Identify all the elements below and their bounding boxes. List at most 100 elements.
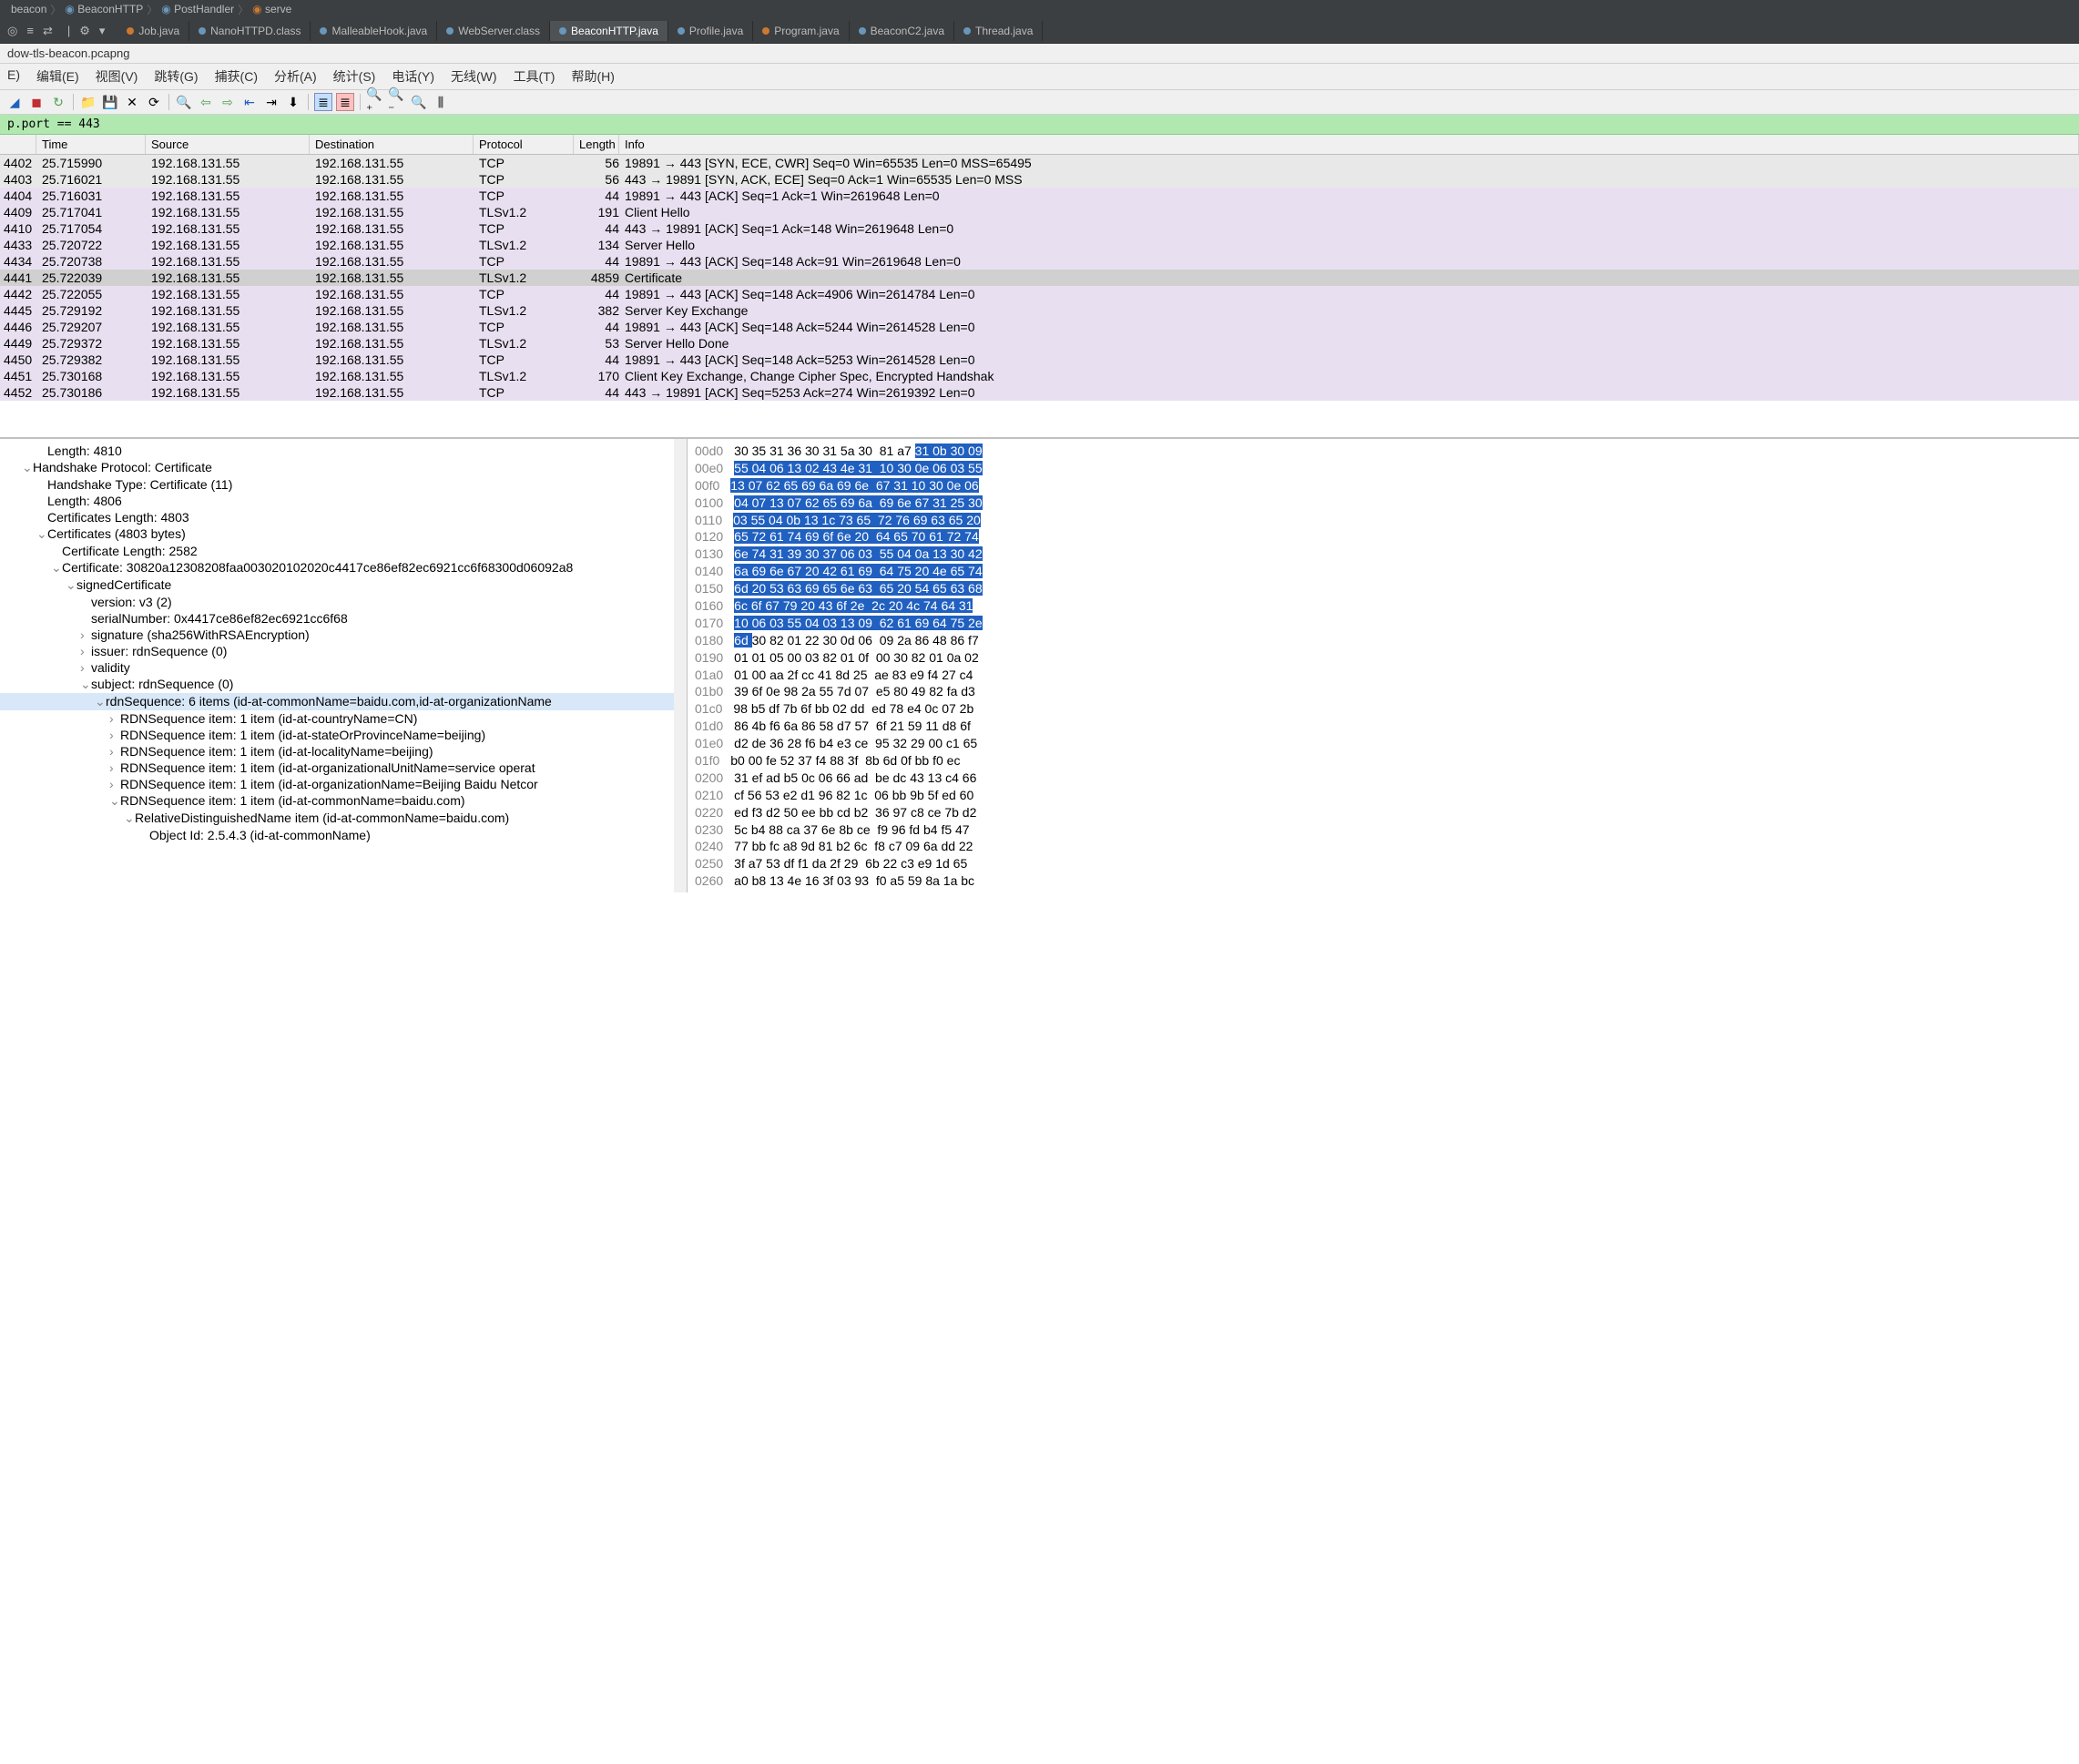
hex-row[interactable]: 0210cf 56 53 e2 d1 96 82 1c 06 bb 9b 5f … xyxy=(695,787,2072,804)
tree-twisty-icon[interactable]: › xyxy=(109,777,120,791)
tree-node[interactable]: ⌄RDNSequence item: 1 item (id-at-commonN… xyxy=(0,792,687,810)
hex-row[interactable]: 02707d 49 23 df d1 f9 4h 97 h7 01 c4 19 … xyxy=(695,890,2072,892)
open-icon[interactable]: 📁 xyxy=(79,93,97,111)
tree-twisty-icon[interactable]: ⌄ xyxy=(66,577,76,593)
tree-node[interactable]: version: v3 (2) xyxy=(0,594,687,610)
tree-node[interactable]: Object Id: 2.5.4.3 (id-at-commonName) xyxy=(0,827,687,843)
tree-node[interactable]: ⌄RelativeDistinguishedName item (id-at-c… xyxy=(0,810,687,827)
stop-icon[interactable]: ◼ xyxy=(27,93,46,111)
tree-node[interactable]: Length: 4806 xyxy=(0,493,687,509)
packet-row[interactable]: 445125.730168192.168.131.55192.168.131.5… xyxy=(0,368,2079,384)
close-icon[interactable]: ✕ xyxy=(123,93,141,111)
col-info[interactable]: Info xyxy=(619,135,2079,154)
hex-row[interactable]: 00e055 04 06 13 02 43 4e 31 10 30 0e 06 … xyxy=(695,460,2072,477)
packet-list[interactable]: 440225.715990192.168.131.55192.168.131.5… xyxy=(0,155,2079,437)
hex-row[interactable]: 01606c 6f 67 79 20 43 6f 2e 2c 20 4c 74 … xyxy=(695,597,2072,615)
tree-node[interactable]: ›RDNSequence item: 1 item (id-at-organiz… xyxy=(0,760,687,776)
tree-twisty-icon[interactable]: › xyxy=(109,711,120,726)
hex-row[interactable]: 010004 07 13 07 62 65 69 6a 69 6e 67 31 … xyxy=(695,495,2072,512)
crumb-2[interactable]: ◉ PostHandler xyxy=(158,3,238,15)
col-destination[interactable]: Destination xyxy=(310,135,474,154)
auto-scroll-icon[interactable]: ⬇ xyxy=(284,93,302,111)
menu-item[interactable]: 无线(W) xyxy=(451,67,497,86)
tree-twisty-icon[interactable]: › xyxy=(80,644,91,658)
packet-row[interactable]: 444125.722039192.168.131.55192.168.131.5… xyxy=(0,270,2079,286)
col-no[interactable] xyxy=(0,135,36,154)
colorize-icon[interactable]: ≣ xyxy=(314,93,332,111)
menu-item[interactable]: 分析(A) xyxy=(274,67,317,86)
hex-row[interactable]: 01506d 20 53 63 69 65 6e 63 65 20 54 65 … xyxy=(695,580,2072,597)
ide-tab[interactable]: BeaconC2.java xyxy=(850,21,954,41)
packet-row[interactable]: 440425.716031192.168.131.55192.168.131.5… xyxy=(0,188,2079,204)
tree-node[interactable]: ⌄subject: rdnSequence (0) xyxy=(0,676,687,693)
hex-row[interactable]: 017010 06 03 55 04 03 13 09 62 61 69 64 … xyxy=(695,615,2072,632)
tree-node[interactable]: ›RDNSequence item: 1 item (id-at-country… xyxy=(0,710,687,727)
tree-node[interactable]: ›RDNSequence item: 1 item (id-at-stateOr… xyxy=(0,727,687,743)
tree-node[interactable]: ⌄Certificate: 30820a12308208faa003020102… xyxy=(0,559,687,576)
zoom-in-icon[interactable]: 🔍⁺ xyxy=(366,93,384,111)
resize-cols-icon[interactable]: ⫼ xyxy=(432,93,450,111)
col-source[interactable]: Source xyxy=(146,135,310,154)
tree-twisty-icon[interactable]: › xyxy=(80,627,91,642)
tree-node[interactable]: ⌄signedCertificate xyxy=(0,576,687,594)
ide-tab[interactable]: Profile.java xyxy=(668,21,753,41)
tree-node[interactable]: Handshake Type: Certificate (11) xyxy=(0,476,687,493)
tree-twisty-icon[interactable]: › xyxy=(109,760,120,775)
tree-twisty-icon[interactable]: ⌄ xyxy=(22,460,33,475)
next-icon[interactable]: ⇨ xyxy=(219,93,237,111)
ide-tab[interactable]: NanoHTTPD.class xyxy=(189,21,311,41)
crumb-1[interactable]: ◉ BeaconHTTP xyxy=(61,3,147,15)
hex-row[interactable]: 02305c b4 88 ca 37 6e 8b ce f9 96 fd b4 … xyxy=(695,821,2072,839)
ide-tab[interactable]: Thread.java xyxy=(954,21,1043,41)
menu-item[interactable]: 捕获(C) xyxy=(215,67,258,86)
ide-tab[interactable]: Job.java xyxy=(117,21,189,41)
menu-item[interactable]: 电话(Y) xyxy=(392,67,434,86)
menu-item[interactable]: 跳转(G) xyxy=(154,67,198,86)
hex-row[interactable]: 020031 ef ad b5 0c 06 66 ad be dc 43 13 … xyxy=(695,770,2072,787)
menu-item[interactable]: 编辑(E) xyxy=(36,67,79,86)
crumb-3[interactable]: ◉ serve xyxy=(249,3,295,15)
tree-node[interactable]: ›RDNSequence item: 1 item (id-at-localit… xyxy=(0,743,687,760)
shark-fin-icon[interactable]: ◢ xyxy=(5,93,24,111)
tree-twisty-icon[interactable]: ⌄ xyxy=(36,526,47,542)
tree-twisty-icon[interactable]: ⌄ xyxy=(124,811,135,826)
packet-row[interactable]: 440225.715990192.168.131.55192.168.131.5… xyxy=(0,155,2079,171)
find-icon[interactable]: 🔍 xyxy=(175,93,193,111)
menu-item[interactable]: 工具(T) xyxy=(514,67,555,86)
tree-twisty-icon[interactable]: ⌄ xyxy=(51,560,62,576)
prev-icon[interactable]: ⇦ xyxy=(197,93,215,111)
save-icon[interactable]: 💾 xyxy=(101,93,119,111)
tree-node[interactable]: ⌄rdnSequence: 6 items (id-at-commonName=… xyxy=(0,693,687,710)
hex-row[interactable]: 01806d 30 82 01 22 30 0d 06 09 2a 86 48 … xyxy=(695,632,2072,649)
ide-tab[interactable]: WebServer.class xyxy=(437,21,550,41)
hex-row[interactable]: 01c098 b5 df 7b 6f bb 02 dd ed 78 e4 0c … xyxy=(695,700,2072,718)
zoom-reset-icon[interactable]: 🔍 xyxy=(410,93,428,111)
tree-node[interactable]: ⌄Handshake Protocol: Certificate xyxy=(0,459,687,476)
hex-row[interactable]: 01b039 6f 0e 98 2a 55 7d 07 e5 80 49 82 … xyxy=(695,683,2072,700)
tree-node[interactable]: ›validity xyxy=(0,659,687,676)
tree-node[interactable]: Certificates Length: 4803 xyxy=(0,509,687,525)
tree-node[interactable]: serialNumber: 0x4417ce86ef82ec6921cc6f68 xyxy=(0,610,687,627)
packet-row[interactable]: 444625.729207192.168.131.55192.168.131.5… xyxy=(0,319,2079,335)
gear-icon[interactable]: ⚙ xyxy=(79,24,90,38)
packet-row[interactable]: 443325.720722192.168.131.55192.168.131.5… xyxy=(0,237,2079,253)
hex-row[interactable]: 011003 55 04 0b 13 1c 73 65 72 76 69 63 … xyxy=(695,512,2072,529)
tree-twisty-icon[interactable]: ⌄ xyxy=(80,677,91,692)
tree-node[interactable]: Certificate Length: 2582 xyxy=(0,543,687,559)
col-length[interactable]: Length xyxy=(574,135,619,154)
hex-row[interactable]: 012065 72 61 74 69 6f 6e 20 64 65 70 61 … xyxy=(695,528,2072,546)
packet-row[interactable]: 440325.716021192.168.131.55192.168.131.5… xyxy=(0,171,2079,188)
jump-first-icon[interactable]: ⇤ xyxy=(240,93,259,111)
menu-item[interactable]: E) xyxy=(7,67,20,86)
col-protocol[interactable]: Protocol xyxy=(474,135,574,154)
restart-icon[interactable]: ↻ xyxy=(49,93,67,111)
packet-row[interactable]: 444525.729192192.168.131.55192.168.131.5… xyxy=(0,302,2079,319)
jump-last-icon[interactable]: ⇥ xyxy=(262,93,280,111)
hex-row[interactable]: 01306e 74 31 39 30 37 06 03 55 04 0a 13 … xyxy=(695,546,2072,563)
hex-row[interactable]: 0220ed f3 d2 50 ee bb cd b2 36 97 c8 ce … xyxy=(695,804,2072,821)
ide-tab[interactable]: BeaconHTTP.java xyxy=(550,21,668,41)
packet-row[interactable]: 441025.717054192.168.131.55192.168.131.5… xyxy=(0,220,2079,237)
tree-node[interactable]: ⌄Certificates (4803 bytes) xyxy=(0,525,687,543)
hex-row[interactable]: 019001 01 05 00 03 82 01 0f 00 30 82 01 … xyxy=(695,649,2072,667)
hex-row[interactable]: 02503f a7 53 df f1 da 2f 29 6b 22 c3 e9 … xyxy=(695,855,2072,872)
